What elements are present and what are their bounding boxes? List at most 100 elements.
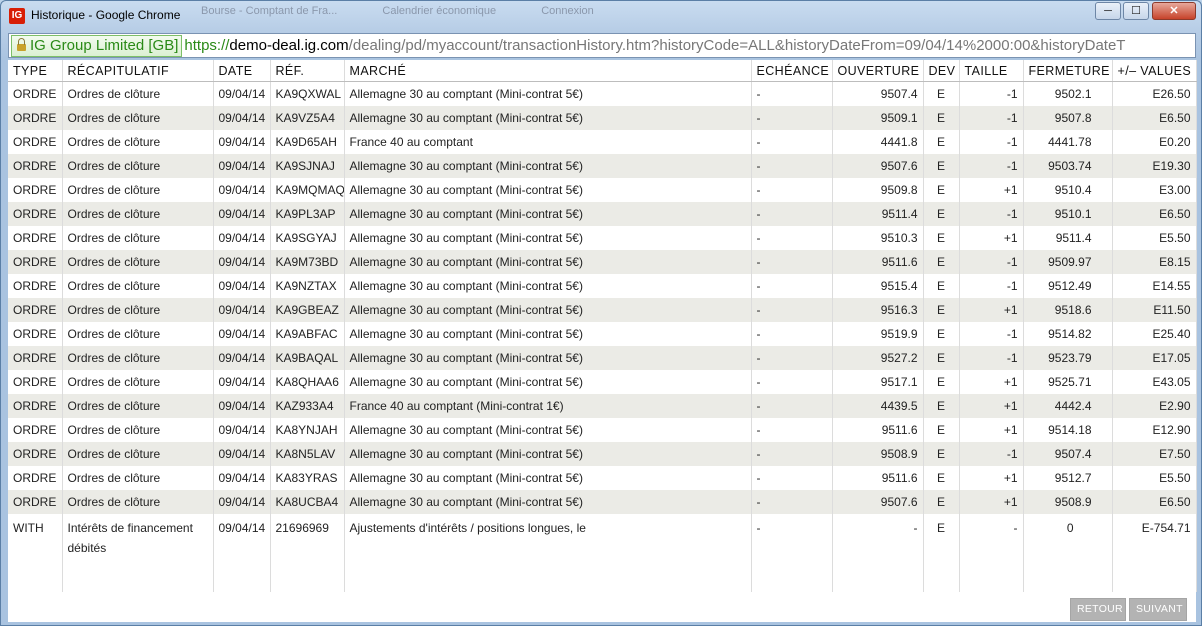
cell-pnl: E7.50 (1112, 442, 1197, 466)
cell-ref: KA9SJNAJ (270, 154, 345, 178)
ig-logo-icon: IG (9, 8, 25, 24)
cell-expiry: - (751, 514, 833, 566)
cell-size: -1 (959, 106, 1024, 130)
cell-market: Allemagne 30 au comptant (Mini-contrat 5… (344, 178, 752, 202)
table-row-interest: WITH Intérêts de financement débités 09/… (8, 514, 1197, 566)
cell-opening: 4439.5 (832, 394, 924, 418)
cell-type: ORDRE (8, 322, 63, 346)
cell-date: 09/04/14 (213, 226, 271, 250)
cell-pnl: E11.50 (1112, 298, 1197, 322)
cell-type: ORDRE (8, 81, 63, 106)
cell-market: Allemagne 30 au comptant (Mini-contrat 5… (344, 81, 752, 106)
col-header-expiry[interactable]: ECHÉANCE (751, 60, 833, 82)
table-row[interactable]: ORDRE Ordres de clôture 09/04/14 KA9M73BD Al… (8, 250, 1197, 274)
col-header-ref[interactable]: RÉF. (270, 60, 345, 82)
cell-market: Allemagne 30 au comptant (Mini-contrat 5… (344, 490, 752, 514)
table-row[interactable]: ORDRE Ordres de clôture 09/04/14 KA83YRAS Al… (8, 466, 1197, 490)
cell-closing: 9508.9 (1023, 490, 1113, 514)
close-button[interactable]: ✕ (1152, 2, 1196, 20)
cell-currency: E (923, 298, 960, 322)
cell-date: 09/04/14 (213, 250, 271, 274)
cell-market: Allemagne 30 au comptant (Mini-contrat 5… (344, 322, 752, 346)
cell-size: +1 (959, 370, 1024, 394)
cell-pnl: E43.05 (1112, 370, 1197, 394)
col-header-market[interactable]: MARCHÉ (344, 60, 752, 82)
cell-currency: E (923, 442, 960, 466)
col-header-pnl[interactable]: +/– VALUES (1112, 60, 1197, 82)
col-header-opening[interactable]: OUVERTURE (832, 60, 924, 82)
table-row[interactable]: ORDRE Ordres de clôture 09/04/14 KAZ933A4 Fr… (8, 394, 1197, 418)
table-row[interactable]: ORDRE Ordres de clôture 09/04/14 KA9BAQAL Al… (8, 346, 1197, 370)
col-header-size[interactable]: TAILLE (959, 60, 1024, 82)
table-row[interactable]: ORDRE Ordres de clôture 09/04/14 KA9QXWAL Al… (8, 81, 1197, 106)
cell-expiry: - (751, 298, 833, 322)
col-header-currency[interactable]: DEV (923, 60, 960, 82)
table-row[interactable]: ORDRE Ordres de clôture 09/04/14 KA8YNJAH Al… (8, 418, 1197, 442)
cell-expiry: - (751, 81, 833, 106)
cell-market: Allemagne 30 au comptant (Mini-contrat 5… (344, 442, 752, 466)
table-row[interactable]: ORDRE Ordres de clôture 09/04/14 KA9SGYAJ Al… (8, 226, 1197, 250)
cell-closing: 9507.8 (1023, 106, 1113, 130)
table-row[interactable]: ORDRE Ordres de clôture 09/04/14 KA9PL3AP Al… (8, 202, 1197, 226)
cell-expiry: - (751, 178, 833, 202)
table-row[interactable]: ORDRE Ordres de clôture 09/04/14 KA9SJNAJ Al… (8, 154, 1197, 178)
cell-opening: 9507.4 (832, 81, 924, 106)
cell-currency: E (923, 322, 960, 346)
address-bar[interactable]: IG Group Limited [GB] https://demo-deal.… (8, 33, 1196, 58)
cell-currency: E (923, 490, 960, 514)
cell-opening: 9509.1 (832, 106, 924, 130)
table-row[interactable]: ORDRE Ordres de clôture 09/04/14 KA9ABFAC Al… (8, 322, 1197, 346)
table-row[interactable]: ORDRE Ordres de clôture 09/04/14 KA8QHAA6 Al… (8, 370, 1197, 394)
back-button[interactable]: RETOUR (1070, 598, 1126, 621)
cell-currency: E (923, 154, 960, 178)
cell-type: ORDRE (8, 250, 63, 274)
cell-expiry: - (751, 346, 833, 370)
cell-type: ORDRE (8, 394, 63, 418)
cell-closing: 0 (1023, 514, 1113, 566)
transaction-history-panel: TYPE RÉCAPITULATIF DATE RÉF. MARCHÉ ECHÉ… (8, 60, 1197, 622)
cell-ref: KA9SGYAJ (270, 226, 345, 250)
table-row[interactable]: ORDRE Ordres de clôture 09/04/14 KA9D65AH Fr… (8, 130, 1197, 154)
col-header-type[interactable]: TYPE (8, 60, 63, 82)
cell-opening: 9516.3 (832, 298, 924, 322)
table-row[interactable]: ORDRE Ordres de clôture 09/04/14 KA9VZ5A4 Al… (8, 106, 1197, 130)
cell-summary: Ordres de clôture (62, 298, 214, 322)
cell-summary: Ordres de clôture (62, 226, 214, 250)
cell-market: Allemagne 30 au comptant (Mini-contrat 5… (344, 154, 752, 178)
window-title: Historique - Google Chrome (31, 8, 181, 22)
maximize-button[interactable]: ☐ (1123, 2, 1149, 20)
table-row[interactable]: ORDRE Ordres de clôture 09/04/14 KA9NZTAX Al… (8, 274, 1197, 298)
cell-summary: Ordres de clôture (62, 490, 214, 514)
minimize-button[interactable]: ─ (1095, 2, 1121, 20)
cell-closing: 9502.1 (1023, 81, 1113, 106)
next-button[interactable]: SUIVANT (1129, 598, 1187, 621)
table-row[interactable]: ORDRE Ordres de clôture 09/04/14 KA9GBEAZ Al… (8, 298, 1197, 322)
cell-closing: 4441.78 (1023, 130, 1113, 154)
cell-opening: 9527.2 (832, 346, 924, 370)
cell-size: -1 (959, 130, 1024, 154)
cell-expiry: - (751, 394, 833, 418)
table-row[interactable]: ORDRE Ordres de clôture 09/04/14 KA9MQMAQ Al… (8, 178, 1197, 202)
table-row[interactable]: ORDRE Ordres de clôture 09/04/14 KA8N5LAV Al… (8, 442, 1197, 466)
col-header-date[interactable]: DATE (213, 60, 271, 82)
cell-market: Allemagne 30 au comptant (Mini-contrat 5… (344, 418, 752, 442)
cell-type: ORDRE (8, 298, 63, 322)
cell-closing: 9512.7 (1023, 466, 1113, 490)
background-item: Calendrier économique (382, 5, 497, 17)
cell-date: 09/04/14 (213, 106, 271, 130)
col-header-closing[interactable]: FERMETURE (1023, 60, 1113, 82)
cell-summary: Ordres de clôture (62, 418, 214, 442)
ssl-certificate-badge[interactable]: IG Group Limited [GB] (11, 35, 183, 57)
cell-size: -1 (959, 442, 1024, 466)
cell-date: 09/04/14 (213, 274, 271, 298)
cell-currency: E (923, 274, 960, 298)
cell-currency: E (923, 81, 960, 106)
title-bar[interactable]: IG Historique - Google Chrome Bourse - C… (1, 1, 1201, 31)
table-row[interactable]: ORDRE Ordres de clôture 09/04/14 KA8UCBA4 Al… (8, 490, 1197, 514)
cell-expiry: - (751, 418, 833, 442)
col-header-summary[interactable]: RÉCAPITULATIF (62, 60, 214, 82)
cell-opening: 9511.6 (832, 466, 924, 490)
cell-type: ORDRE (8, 202, 63, 226)
cell-expiry: - (751, 322, 833, 346)
cell-currency: E (923, 418, 960, 442)
